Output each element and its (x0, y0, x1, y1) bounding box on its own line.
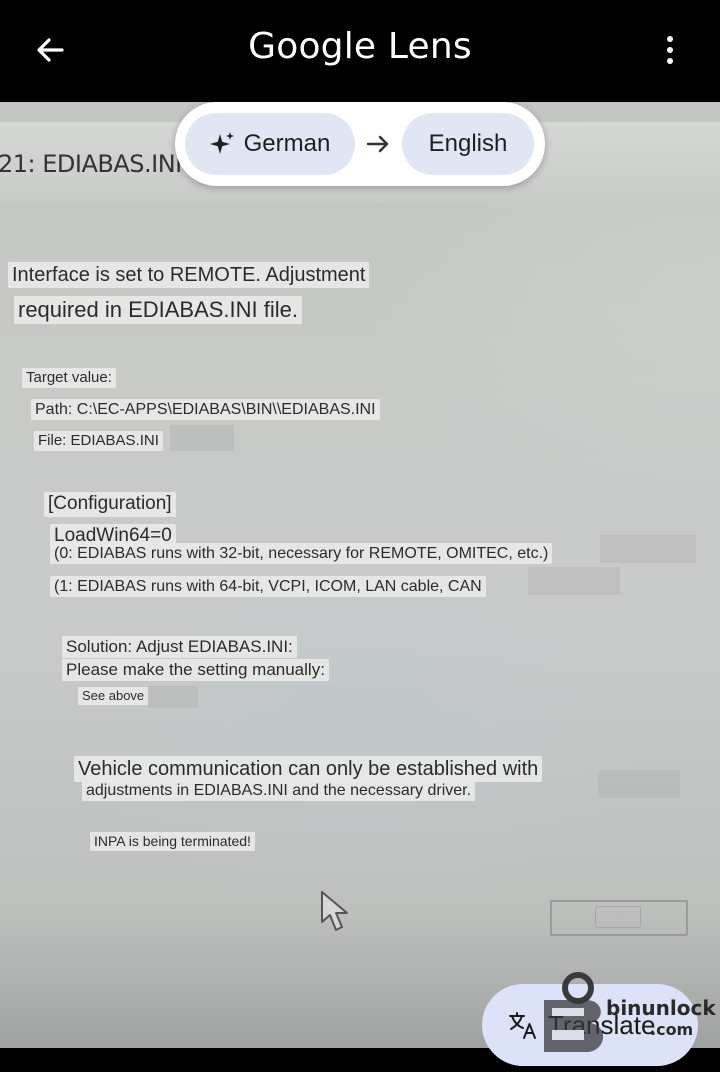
file-text: File: EDIABAS.INI (34, 431, 163, 451)
overlay-fill (600, 535, 696, 563)
app-title: Google Lens (248, 26, 472, 67)
overlay-fill (148, 686, 198, 708)
target-language-button[interactable]: English (402, 113, 534, 175)
mouse-cursor-icon (321, 891, 348, 931)
more-vert-icon (667, 36, 673, 42)
more-options-button[interactable] (654, 30, 686, 70)
source-language-label: German (243, 130, 331, 157)
overlay-fill (598, 770, 680, 798)
watermark-brand: binunlock (606, 996, 716, 1020)
option-1-text: (1: EDIABAS runs with 64-bit, VCPI, ICOM… (50, 576, 486, 598)
overlay-fill (170, 425, 234, 451)
option-0-text: (0: EDIABAS runs with 32-bit, necessary … (50, 543, 553, 565)
config-text: [Configuration] (44, 492, 176, 517)
watermark: binunlock .com (530, 968, 716, 1058)
manual-text: Please make the setting manually: (62, 659, 329, 682)
vehicle-comm-text-2: adjustments in EDIABAS.INI and the neces… (82, 780, 476, 802)
language-selector: German English (175, 102, 545, 186)
path-text: Path: C:\EC-APPS\EDIABAS\BIN\\EDIABAS.IN… (31, 399, 380, 421)
terminated-text: INPA is being terminated! (90, 832, 255, 851)
arrow-right-icon (366, 135, 389, 153)
target-value-label: Target value: (22, 368, 116, 388)
source-language-button[interactable]: German (185, 113, 355, 175)
target-language-label: English (428, 130, 508, 157)
see-above-text: See above (78, 687, 149, 705)
dialog-title: 21: EDIABAS.INI (0, 150, 182, 178)
solution-text: Solution: Adjust EDIABAS.INI: (62, 636, 297, 659)
app-bar: Google Lens (0, 0, 720, 102)
vehicle-comm-text-1: Vehicle communication can only be establ… (74, 756, 543, 782)
overlay-fill (528, 567, 620, 595)
watermark-domain: .com (650, 1020, 694, 1039)
ok-button[interactable]: OK (595, 906, 641, 928)
text-line-1: Interface is set to REMOTE. Adjustment (8, 262, 370, 288)
sparkle-icon (209, 132, 234, 154)
text-line-2: required in EDIABAS.INI file. (14, 296, 303, 325)
